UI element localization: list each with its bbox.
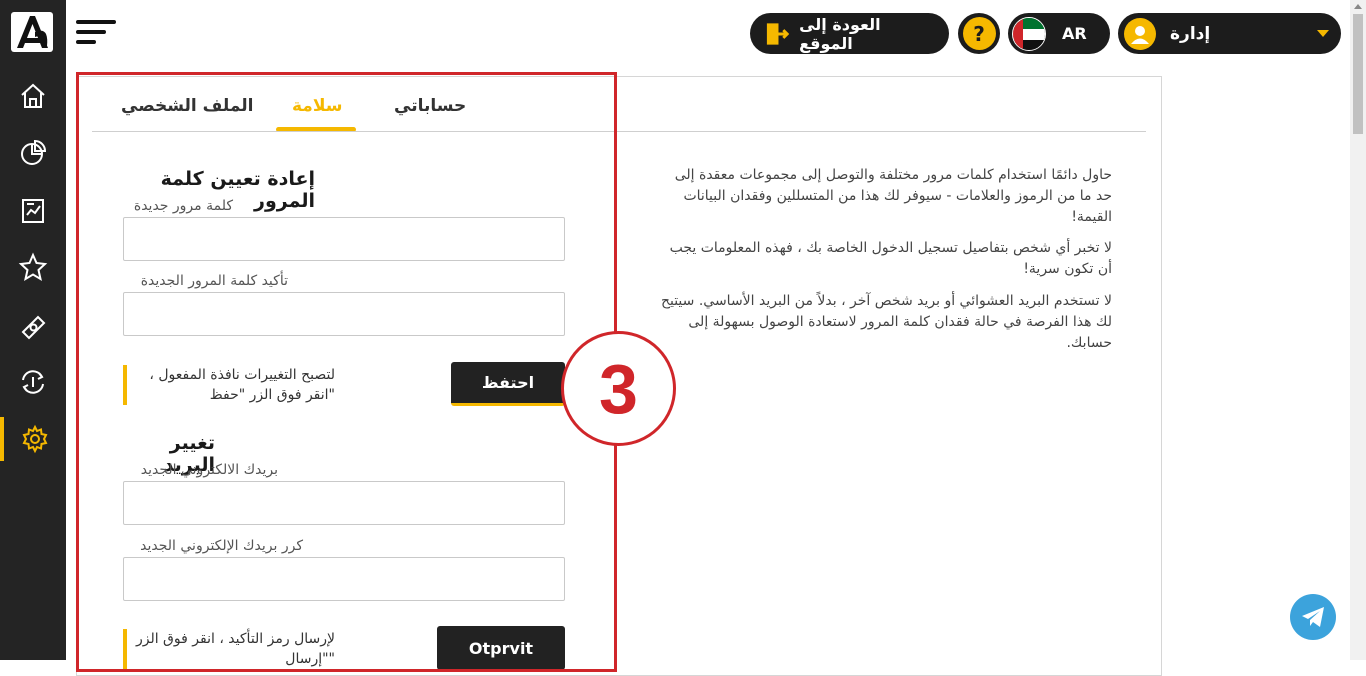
user-avatar-icon xyxy=(1124,17,1156,50)
telegram-chat-button[interactable] xyxy=(1290,594,1336,640)
help-button[interactable]: ? xyxy=(958,13,1000,54)
back-to-site-label: العودة إلى الموقع xyxy=(799,14,881,53)
help-icon: ? xyxy=(962,17,996,50)
menu-toggle-button[interactable] xyxy=(76,20,118,46)
star-icon xyxy=(18,252,48,282)
security-tip-2: لا تخبر أي شخص بتفاصيل تسجيل الدخول الخا… xyxy=(669,240,1112,277)
annotation-step-badge: 3 xyxy=(561,331,676,446)
scroll-up-arrow-icon[interactable] xyxy=(1354,4,1362,9)
uae-flag-icon xyxy=(1012,16,1046,51)
gear-icon xyxy=(22,424,48,454)
sidebar-item-exchange[interactable] xyxy=(0,360,66,404)
sidebar-item-reports[interactable] xyxy=(0,188,66,232)
pie-chart-icon xyxy=(21,139,47,165)
page-scrollbar[interactable] xyxy=(1350,0,1366,660)
exchange-icon xyxy=(22,370,44,394)
scrollbar-thumb[interactable] xyxy=(1353,14,1363,134)
app-logo[interactable] xyxy=(11,12,53,52)
home-icon xyxy=(21,83,45,108)
telegram-icon xyxy=(1302,607,1324,627)
report-icon xyxy=(22,199,44,223)
annotation-highlight-box xyxy=(76,72,617,672)
security-tip-3: لا تستخدم البريد العشوائي أو بريد شخص آخ… xyxy=(660,293,1112,351)
sidebar-item-favorites[interactable] xyxy=(0,245,66,289)
language-label: AR xyxy=(1062,24,1087,43)
user-menu-dropdown[interactable]: إدارة xyxy=(1118,13,1341,54)
money-icon xyxy=(21,315,46,340)
security-tip-1: حاول دائمًا استخدام كلمات مرور مختلفة وا… xyxy=(674,167,1112,225)
language-selector[interactable]: AR xyxy=(1008,13,1110,54)
user-name-label: إدارة xyxy=(1170,23,1211,44)
sidebar-item-finance[interactable] xyxy=(0,303,66,347)
sidebar xyxy=(0,0,66,660)
back-to-site-button[interactable]: العودة إلى الموقع xyxy=(750,13,949,54)
sidebar-item-stats[interactable] xyxy=(0,131,66,175)
exit-icon xyxy=(766,22,790,45)
sidebar-item-settings[interactable] xyxy=(0,417,66,461)
chevron-down-icon xyxy=(1317,30,1329,37)
hamburger-icon xyxy=(76,20,116,44)
sidebar-item-home[interactable] xyxy=(0,74,66,118)
